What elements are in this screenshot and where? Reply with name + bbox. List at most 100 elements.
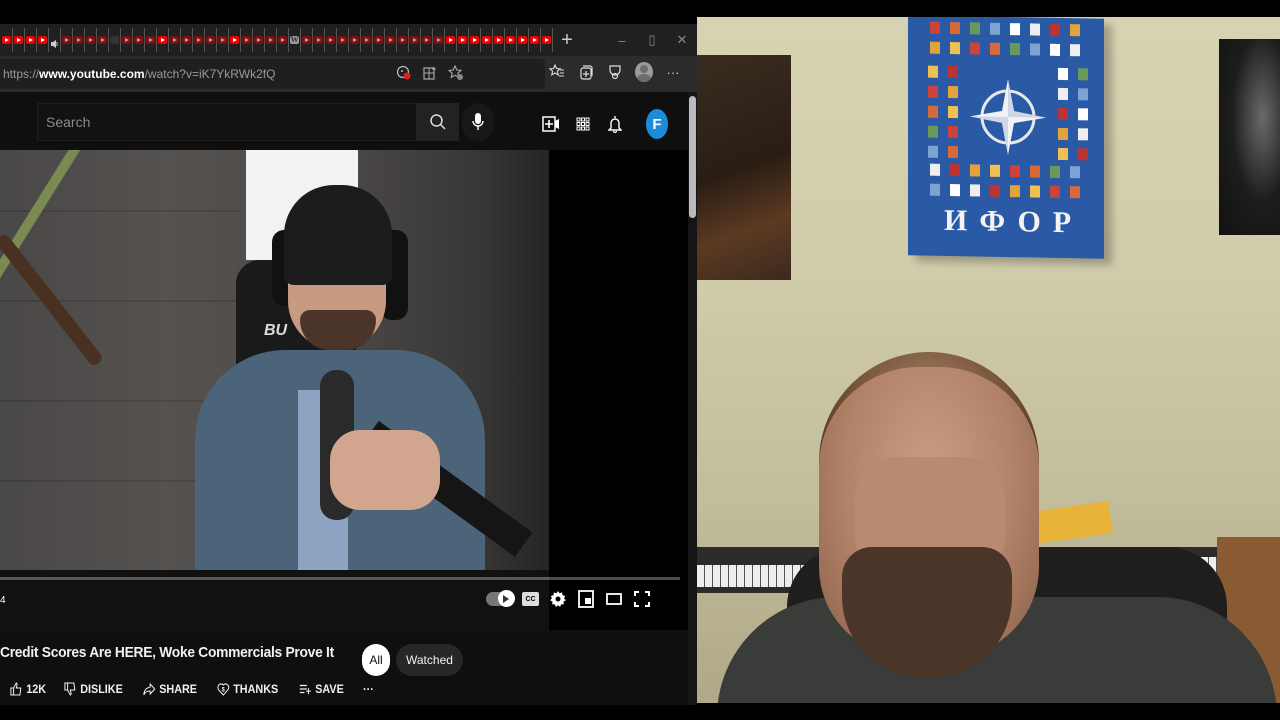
browser-tab[interactable]	[421, 28, 433, 52]
browser-tab[interactable]	[181, 28, 193, 52]
chip-all[interactable]: All	[362, 644, 390, 676]
thanks-button[interactable]: $ THANKS	[217, 680, 279, 698]
time-display: 4	[0, 595, 6, 606]
browser-tab[interactable]	[253, 28, 265, 52]
thumbs-down-button[interactable]: DISLIKE	[64, 680, 123, 698]
browser-tab[interactable]	[301, 28, 313, 52]
youtube-favicon-icon	[398, 36, 407, 44]
miniplayer-icon[interactable]	[577, 590, 595, 608]
minimize-button[interactable]: –	[607, 33, 637, 48]
collections-icon[interactable]	[577, 63, 595, 81]
browser-tab[interactable]	[541, 28, 553, 52]
browser-tab[interactable]	[169, 28, 181, 52]
flag-patch	[948, 85, 958, 99]
progress-bar[interactable]	[0, 577, 680, 580]
favorites-icon[interactable]	[548, 63, 566, 81]
flag-patch	[1010, 43, 1020, 56]
account-avatar[interactable]: F	[646, 109, 668, 139]
captions-button[interactable]: CC	[522, 592, 539, 606]
browser-tab[interactable]	[325, 28, 337, 52]
thumbs-up-button[interactable]: 12K	[10, 680, 46, 698]
browser-tab[interactable]	[469, 28, 481, 52]
app-available-icon[interactable]	[421, 64, 439, 82]
browser-tab[interactable]	[397, 28, 409, 52]
new-tab-button[interactable]: +	[556, 28, 578, 52]
restore-button[interactable]: ▯	[637, 32, 667, 48]
theater-mode-icon[interactable]	[605, 590, 623, 608]
browser-tab[interactable]	[265, 28, 277, 52]
apps-icon[interactable]	[574, 115, 592, 133]
extensions-icon[interactable]	[606, 63, 624, 81]
browser-tab[interactable]	[109, 28, 121, 52]
browser-tab[interactable]	[85, 28, 97, 52]
browser-tab[interactable]	[25, 28, 37, 52]
flag-patch	[1050, 185, 1060, 198]
browser-tab[interactable]	[157, 28, 169, 52]
settings-icon[interactable]	[549, 590, 567, 608]
notifications-icon[interactable]	[606, 115, 624, 133]
tracking-prevention-icon[interactable]	[395, 64, 413, 82]
profile-icon[interactable]	[635, 62, 653, 82]
scrollbar-thumb[interactable]	[689, 96, 696, 218]
browser-tab[interactable]	[277, 28, 289, 52]
flag-patch	[1070, 186, 1080, 199]
page-scrollbar[interactable]	[688, 92, 697, 705]
browser-tab[interactable]	[205, 28, 217, 52]
browser-tab[interactable]	[13, 28, 25, 52]
browser-tab[interactable]	[361, 28, 373, 52]
browser-tab[interactable]	[49, 28, 61, 52]
browser-tab[interactable]	[337, 28, 349, 52]
autoplay-toggle[interactable]	[486, 590, 515, 607]
browser-tab[interactable]	[493, 28, 505, 52]
video-player[interactable]: BU 4 CC	[0, 150, 688, 630]
more-icon[interactable]: ···	[664, 63, 682, 81]
browser-tab[interactable]	[193, 28, 205, 52]
browser-tab[interactable]: W	[289, 28, 301, 52]
youtube-favicon-icon	[518, 36, 527, 44]
browser-tab[interactable]	[133, 28, 145, 52]
share-button[interactable]: SHARE	[143, 680, 197, 698]
browser-tab[interactable]	[373, 28, 385, 52]
youtube-favicon-icon	[182, 36, 191, 44]
browser-tab[interactable]	[313, 28, 325, 52]
browser-tab[interactable]	[433, 28, 445, 52]
chip-watched[interactable]: Watched	[396, 644, 463, 676]
browser-tab[interactable]	[517, 28, 529, 52]
close-button[interactable]: ✕	[667, 32, 697, 48]
browser-tab[interactable]	[481, 28, 493, 52]
browser-tab[interactable]	[61, 28, 73, 52]
flag-patch	[990, 184, 1000, 197]
browser-tab[interactable]	[505, 28, 517, 52]
browser-tab[interactable]	[217, 28, 229, 52]
search-input[interactable]	[37, 103, 417, 141]
browser-tab[interactable]	[1, 28, 13, 52]
flag-patch	[950, 22, 960, 35]
browser-tab[interactable]	[457, 28, 469, 52]
browser-tab[interactable]	[529, 28, 541, 52]
youtube-favicon-icon	[26, 36, 35, 44]
fullscreen-icon[interactable]	[633, 590, 651, 608]
address-bar: https://www.youtube.com/watch?v=iK7YkRWk…	[0, 56, 697, 92]
youtube-favicon-icon	[338, 36, 347, 44]
browser-tab[interactable]	[409, 28, 421, 52]
browser-tab[interactable]	[37, 28, 49, 52]
webcam-feed: ИФОР	[697, 17, 1280, 703]
browser-tab[interactable]	[445, 28, 457, 52]
youtube-favicon-icon	[422, 36, 431, 44]
browser-tab[interactable]	[385, 28, 397, 52]
browser-tab[interactable]	[241, 28, 253, 52]
browser-tab[interactable]	[145, 28, 157, 52]
browser-tab[interactable]	[229, 28, 241, 52]
add-favorite-icon[interactable]	[447, 64, 465, 82]
browser-tab[interactable]	[349, 28, 361, 52]
search-button[interactable]	[417, 103, 459, 141]
save-button[interactable]: SAVE	[299, 680, 344, 698]
player-controls: CC	[486, 590, 651, 608]
browser-tab[interactable]	[121, 28, 133, 52]
browser-tab[interactable]	[73, 28, 85, 52]
search-box	[37, 103, 494, 141]
browser-tab[interactable]	[97, 28, 109, 52]
more-button[interactable]: ···	[363, 682, 374, 696]
voice-search-button[interactable]	[462, 103, 494, 141]
create-icon[interactable]	[542, 115, 560, 133]
